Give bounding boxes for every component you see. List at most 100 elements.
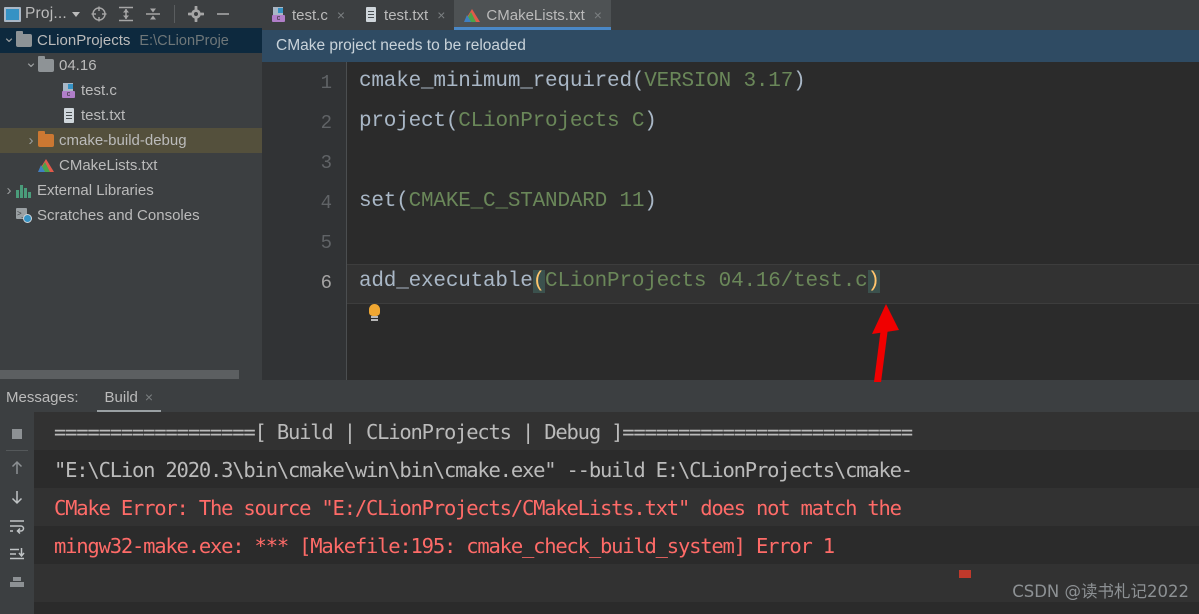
console-line-error: mingw32-make.exe: *** [Makefile:195: cma… <box>54 534 835 558</box>
tab-cmakelists-txt[interactable]: CMakeLists.txt × <box>454 0 611 30</box>
tab-label: CMakeLists.txt <box>486 6 585 24</box>
messages-tool-window-header: Messages: Build × <box>0 382 1199 412</box>
close-icon[interactable]: × <box>437 7 445 23</box>
code-editor[interactable]: 1 2 3 4 5 6 cmake_minimum_required(VERSI… <box>262 62 1199 380</box>
minimize-icon[interactable] <box>213 4 233 24</box>
libraries-icon <box>16 184 32 198</box>
messages-label: Messages: <box>6 388 79 406</box>
c-file-icon: c <box>62 82 76 99</box>
tree-item-scratches-and-consoles[interactable]: >_ Scratches and Consoles <box>0 203 262 228</box>
tree-item-clionprojects[interactable]: CLionProjects E:\CLionProje <box>0 28 262 53</box>
code-token: add_executable <box>359 270 533 293</box>
code-line-1: cmake_minimum_required(VERSION 3.17) <box>359 70 806 93</box>
stop-icon[interactable] <box>2 419 32 448</box>
lightbulb-icon[interactable] <box>368 304 381 322</box>
chevron-right-icon[interactable] <box>2 182 16 199</box>
close-icon[interactable]: × <box>145 389 153 405</box>
line-number: 1 <box>320 72 332 94</box>
code-token: project <box>359 110 446 133</box>
code-token: cmake_minimum_required <box>359 70 632 93</box>
print-icon[interactable] <box>2 569 32 598</box>
tree-item-label: 04.16 <box>59 57 97 74</box>
code-token-brace-open: ( <box>532 270 546 293</box>
red-up-arrow <box>872 304 899 387</box>
scroll-to-end-icon[interactable] <box>2 540 32 569</box>
watermark: CSDN @读书札记2022 <box>1012 582 1189 601</box>
expand-all-icon[interactable] <box>116 4 136 24</box>
code-token: CMAKE_C_STANDARD 11 <box>408 190 645 213</box>
tree-item-label: Scratches and Consoles <box>37 207 200 224</box>
clion-window: Proj... c test.c × test.txt × CMakeLists… <box>0 0 1199 614</box>
tree-item-label: cmake-build-debug <box>59 132 187 149</box>
editor-tab-bar: c test.c × test.txt × CMakeLists.txt × <box>262 0 1199 30</box>
tab-test-txt[interactable]: test.txt × <box>354 0 454 30</box>
tab-test-c[interactable]: c test.c × <box>262 0 354 30</box>
close-icon[interactable]: × <box>594 7 602 23</box>
collapse-all-icon[interactable] <box>143 4 163 24</box>
line-number-gutter[interactable]: 1 2 3 4 5 6 <box>262 62 347 380</box>
line-number: 5 <box>320 232 332 254</box>
project-toolbar: Proj... <box>0 0 262 28</box>
line-number-current: 6 <box>320 272 332 294</box>
tab-label: test.txt <box>384 6 429 24</box>
text-file-icon <box>62 107 76 124</box>
previous-occurrence-icon[interactable] <box>2 453 32 482</box>
code-token: CLionProjects 04.16/test.c <box>545 270 868 293</box>
cmake-file-icon <box>38 158 54 173</box>
project-tree[interactable]: CLionProjects E:\CLionProje 04.16 c test… <box>0 28 262 380</box>
next-occurrence-icon[interactable] <box>2 482 32 511</box>
tree-item-test-c[interactable]: c test.c <box>0 78 262 103</box>
locate-icon[interactable] <box>89 4 109 24</box>
code-token-brace-close: ) <box>867 270 880 293</box>
code-token: ) <box>644 110 657 133</box>
console-line: ==================[ Build | CLionProject… <box>54 420 913 444</box>
folder-icon <box>16 31 32 47</box>
tree-item-path: E:\CLionProje <box>139 32 229 49</box>
soft-wrap-icon[interactable] <box>2 511 32 540</box>
tab-build[interactable]: Build × <box>96 382 162 412</box>
toolbar-divider <box>6 450 28 451</box>
tree-item-cmake-build-debug[interactable]: cmake-build-debug <box>0 128 262 153</box>
c-file-icon: c <box>272 7 286 23</box>
tree-item-label: External Libraries <box>37 182 154 199</box>
cmake-reload-notification[interactable]: CMake project needs to be reloaded <box>262 30 1199 62</box>
line-number: 4 <box>320 192 332 214</box>
toolbar-divider <box>173 5 175 23</box>
scrollbar-thumb[interactable] <box>0 370 239 379</box>
tree-item-cmakelists[interactable]: CMakeLists.txt <box>0 153 262 178</box>
console-line: "E:\CLion 2020.3\bin\cmake\win\bin\cmake… <box>54 458 913 482</box>
tree-item-0416[interactable]: 04.16 <box>0 53 262 78</box>
tree-horizontal-scrollbar[interactable] <box>0 368 262 380</box>
line-number: 2 <box>320 112 332 134</box>
chevron-down-icon[interactable] <box>71 11 80 17</box>
folder-orange-icon <box>38 131 54 147</box>
code-line-2: project(CLionProjects C) <box>359 110 657 133</box>
settings-gear-icon[interactable] <box>186 4 206 24</box>
tab-label: test.c <box>292 6 328 24</box>
tree-item-label: CLionProjects <box>37 32 131 49</box>
code-token: ( <box>445 110 459 133</box>
folder-icon <box>38 56 54 72</box>
scratches-icon: >_ <box>16 208 32 223</box>
console-side-toolbar <box>0 412 34 614</box>
notification-message: CMake project needs to be reloaded <box>276 37 526 54</box>
line-number: 3 <box>320 152 332 174</box>
cmake-file-icon <box>464 8 481 23</box>
code-token: VERSION 3.17 <box>644 70 794 93</box>
code-line-4: set(CMAKE_C_STANDARD 11) <box>359 190 657 213</box>
tree-item-external-libraries[interactable]: External Libraries <box>0 178 262 203</box>
chevron-down-icon[interactable] <box>2 32 16 50</box>
build-tab-label: Build <box>104 388 138 406</box>
text-file-icon <box>364 7 378 23</box>
tree-item-label: CMakeLists.txt <box>59 157 158 174</box>
chevron-down-icon[interactable] <box>24 57 38 75</box>
close-icon[interactable]: × <box>337 7 345 23</box>
chevron-right-icon[interactable] <box>24 132 38 149</box>
tree-item-label: test.c <box>81 82 117 99</box>
tree-item-test-txt[interactable]: test.txt <box>0 103 262 128</box>
project-view-icon <box>4 6 21 22</box>
code-token: CLionProjects C <box>458 110 645 133</box>
code-token: set <box>359 190 397 213</box>
project-view-selector[interactable]: Proj... <box>4 5 80 23</box>
code-token: ) <box>793 70 806 93</box>
